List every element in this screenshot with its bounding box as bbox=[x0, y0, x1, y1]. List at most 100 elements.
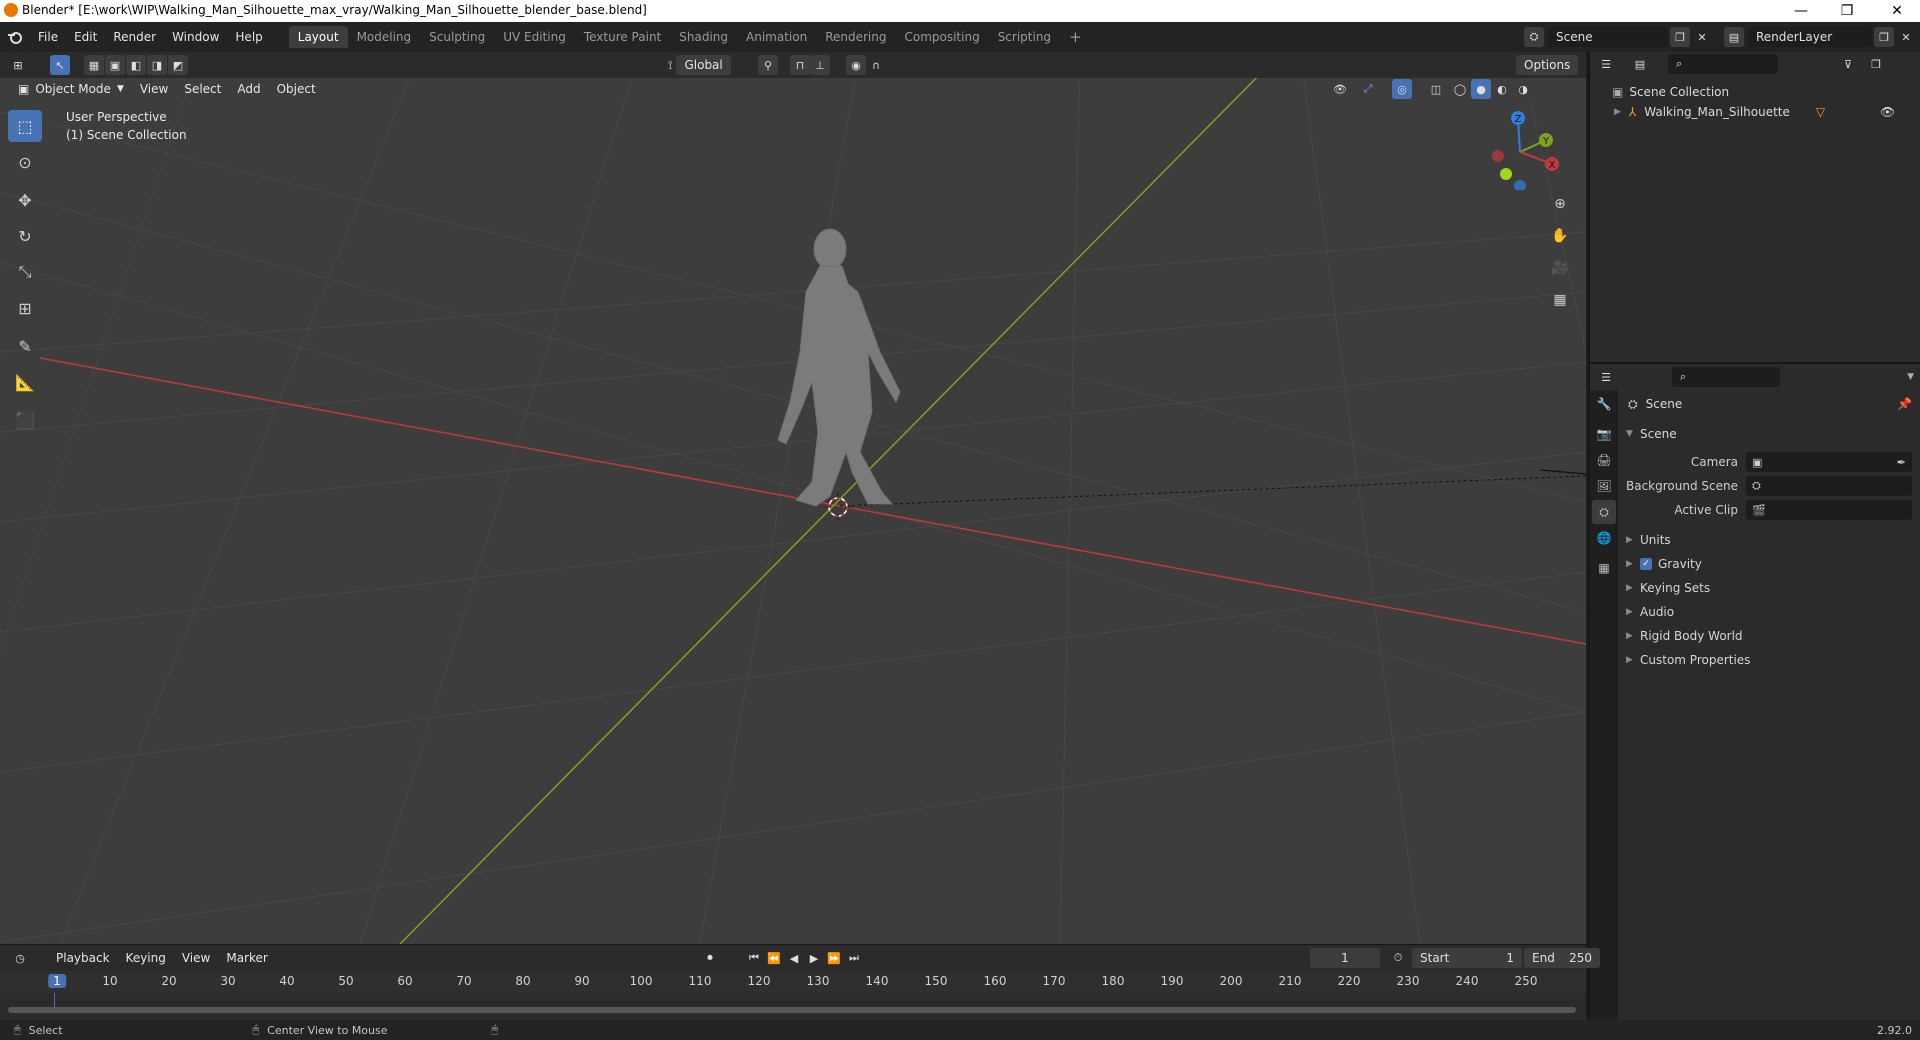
add-workspace-button[interactable]: + bbox=[1060, 26, 1091, 48]
rendered-shading-icon[interactable]: ◑ bbox=[1513, 79, 1533, 99]
current-frame-field[interactable]: 1 bbox=[1310, 948, 1380, 968]
editor-type-icon[interactable]: ⊞ bbox=[8, 55, 28, 75]
options-dropdown[interactable]: Options bbox=[1516, 55, 1579, 75]
background-scene-field[interactable]: ⛭ bbox=[1746, 476, 1912, 496]
mode-dropdown[interactable]: ▣ Object Mode ▼ bbox=[10, 79, 132, 99]
timeline-editor-icon[interactable]: ◷ bbox=[10, 948, 30, 968]
timeline-menu-view[interactable]: View bbox=[174, 948, 218, 968]
record-icon[interactable]: ⏺ bbox=[700, 948, 720, 968]
xray-toggle-icon[interactable]: ◫ bbox=[1426, 79, 1446, 99]
start-frame-field[interactable]: Start 1 bbox=[1412, 948, 1522, 968]
measure-tool-icon[interactable]: 📐 bbox=[8, 366, 42, 398]
solid-shading-icon[interactable]: ● bbox=[1471, 79, 1491, 99]
tab-animation[interactable]: Animation bbox=[737, 26, 816, 48]
pivot-point-icon[interactable]: ⚲ bbox=[758, 55, 778, 75]
properties-editor-icon[interactable]: ☰ bbox=[1596, 367, 1616, 387]
scene-panel-header[interactable]: ▼ Scene bbox=[1618, 422, 1920, 446]
delete-scene-icon[interactable]: ✕ bbox=[1692, 27, 1712, 47]
navigation-gizmo[interactable]: Z Y X bbox=[1480, 110, 1560, 190]
tool-tab-icon[interactable]: 🔧 bbox=[1592, 392, 1616, 416]
timeline-menu-playback[interactable]: Playback bbox=[48, 948, 118, 968]
timeline-menu-marker[interactable]: Marker bbox=[218, 948, 275, 968]
snap-icon[interactable]: ⊓ bbox=[790, 55, 810, 75]
timeline-menu-keying[interactable]: Keying bbox=[118, 948, 174, 968]
tab-scripting[interactable]: Scripting bbox=[989, 26, 1060, 48]
end-frame-field[interactable]: End 250 bbox=[1524, 948, 1600, 968]
timeline-ruler[interactable]: 1 10 20 30 40 50 60 70 80 90 100 110 120 130 140 150 160… bbox=[0, 971, 1586, 993]
tab-modeling[interactable]: Modeling bbox=[348, 26, 421, 48]
ortho-grid-icon[interactable]: ▦ bbox=[1546, 286, 1574, 314]
outliner-item[interactable]: ▶ ⅄ Walking_Man_Silhouette ▽ 👁 bbox=[1612, 102, 1920, 122]
select-intersect-icon[interactable]: ◩ bbox=[168, 55, 188, 75]
units-panel-header[interactable]: ▶ Units bbox=[1618, 528, 1920, 552]
tab-rendering[interactable]: Rendering bbox=[816, 26, 895, 48]
maximize-button[interactable]: ❐ bbox=[1824, 0, 1870, 22]
cursor-tool-icon[interactable]: ⊙ bbox=[8, 146, 42, 178]
tab-layout[interactable]: Layout bbox=[288, 26, 348, 48]
transform-orientation[interactable]: ⟟ Global bbox=[668, 55, 731, 75]
gravity-checkbox[interactable]: ✓ bbox=[1640, 558, 1652, 570]
viewport-menu-view[interactable]: View bbox=[132, 79, 176, 99]
prev-keyframe-icon[interactable]: ⏪ bbox=[764, 948, 784, 968]
zoom-icon[interactable]: ⊕ bbox=[1546, 190, 1574, 218]
expand-icon[interactable]: ▶ bbox=[1614, 107, 1621, 117]
keying-sets-panel-header[interactable]: ▶ Keying Sets bbox=[1618, 576, 1920, 600]
jump-start-icon[interactable]: ⏮ bbox=[744, 948, 764, 968]
viewport-menu-object[interactable]: Object bbox=[269, 79, 324, 99]
tweak-tool-icon[interactable]: ↖ bbox=[50, 55, 70, 75]
delete-view-layer-icon[interactable]: ✕ bbox=[1896, 27, 1916, 47]
menu-window[interactable]: Window bbox=[164, 27, 227, 47]
snap-target-icon[interactable]: ⊥ bbox=[810, 55, 830, 75]
new-view-layer-icon[interactable]: ❐ bbox=[1874, 27, 1894, 47]
tab-texture-paint[interactable]: Texture Paint bbox=[575, 26, 670, 48]
output-tab-icon[interactable]: 🖨 bbox=[1592, 448, 1616, 472]
world-tab-icon[interactable]: 🌐 bbox=[1592, 526, 1616, 550]
audio-panel-header[interactable]: ▶ Audio bbox=[1618, 600, 1920, 624]
select-subtract-icon[interactable]: ◧ bbox=[126, 55, 146, 75]
rigid-body-world-panel-header[interactable]: ▶ Rigid Body World bbox=[1618, 624, 1920, 648]
blender-menu-icon[interactable] bbox=[0, 29, 30, 45]
timeline-scrollbar[interactable] bbox=[8, 1007, 1576, 1013]
new-scene-icon[interactable]: ❐ bbox=[1670, 27, 1690, 47]
viewport-menu-add[interactable]: Add bbox=[229, 79, 268, 99]
overlays-toggle-icon[interactable]: ◎ bbox=[1392, 79, 1412, 99]
scale-tool-icon[interactable]: ⤡ bbox=[8, 256, 42, 288]
menu-file[interactable]: File bbox=[30, 27, 66, 47]
menu-edit[interactable]: Edit bbox=[66, 27, 105, 47]
add-cube-tool-icon[interactable]: ⬛ bbox=[8, 404, 42, 436]
material-shading-icon[interactable]: ◐ bbox=[1492, 79, 1512, 99]
tab-uv-editing[interactable]: UV Editing bbox=[494, 26, 575, 48]
pin-icon[interactable]: 📌 bbox=[1897, 397, 1912, 411]
gravity-panel-header[interactable]: ▶ ✓ Gravity bbox=[1618, 552, 1920, 576]
menu-render[interactable]: Render bbox=[105, 27, 164, 47]
viewport-menu-select[interactable]: Select bbox=[176, 79, 229, 99]
outliner-search-input[interactable]: ⌕ bbox=[1668, 54, 1778, 74]
tab-shading[interactable]: Shading bbox=[670, 26, 737, 48]
play-reverse-icon[interactable]: ◀ bbox=[784, 948, 804, 968]
orientation-dropdown[interactable]: Global bbox=[676, 55, 731, 75]
3d-viewport[interactable]: ⊞ ↖ ▦ ▣ ◧ ◨ ◩ ⟟ Global ⚲ ⊓ ⊥ ◉ ∩ Options… bbox=[0, 52, 1586, 944]
custom-properties-panel-header[interactable]: ▶ Custom Properties bbox=[1618, 648, 1920, 672]
eyedropper-icon[interactable]: ✒ bbox=[1897, 456, 1906, 469]
render-tab-icon[interactable]: 📷 bbox=[1592, 422, 1616, 446]
transform-tool-icon[interactable]: ⊞ bbox=[8, 292, 42, 324]
properties-search-input[interactable]: ⌕ bbox=[1672, 367, 1780, 387]
new-collection-icon[interactable]: ❐ bbox=[1866, 54, 1886, 74]
minimize-button[interactable]: — bbox=[1778, 0, 1824, 22]
scene-name-field[interactable]: Scene bbox=[1548, 27, 1668, 47]
outliner-root[interactable]: ▣ Scene Collection bbox=[1612, 82, 1920, 102]
scene-tab-icon[interactable]: ⛭ bbox=[1592, 500, 1616, 524]
camera-field[interactable]: ▣ ✒ bbox=[1746, 452, 1912, 472]
active-clip-field[interactable]: 🎬 bbox=[1746, 500, 1912, 520]
tab-compositing[interactable]: Compositing bbox=[895, 26, 988, 48]
gizmo-toggle-icon[interactable]: ⤢ bbox=[1358, 79, 1378, 99]
tab-sculpting[interactable]: Sculpting bbox=[420, 26, 494, 48]
pan-hand-icon[interactable]: ✋ bbox=[1546, 222, 1574, 250]
stopwatch-icon[interactable]: ⏱ bbox=[1388, 948, 1408, 968]
falloff-icon[interactable]: ∩ bbox=[866, 55, 886, 75]
move-tool-icon[interactable]: ✥ bbox=[8, 184, 42, 216]
view-layer-icon[interactable]: ▤ bbox=[1724, 27, 1744, 47]
select-invert-icon[interactable]: ◨ bbox=[147, 55, 167, 75]
eye-icon[interactable]: 👁 bbox=[1880, 105, 1895, 119]
camera-view-icon[interactable]: 🎥 bbox=[1546, 254, 1574, 282]
